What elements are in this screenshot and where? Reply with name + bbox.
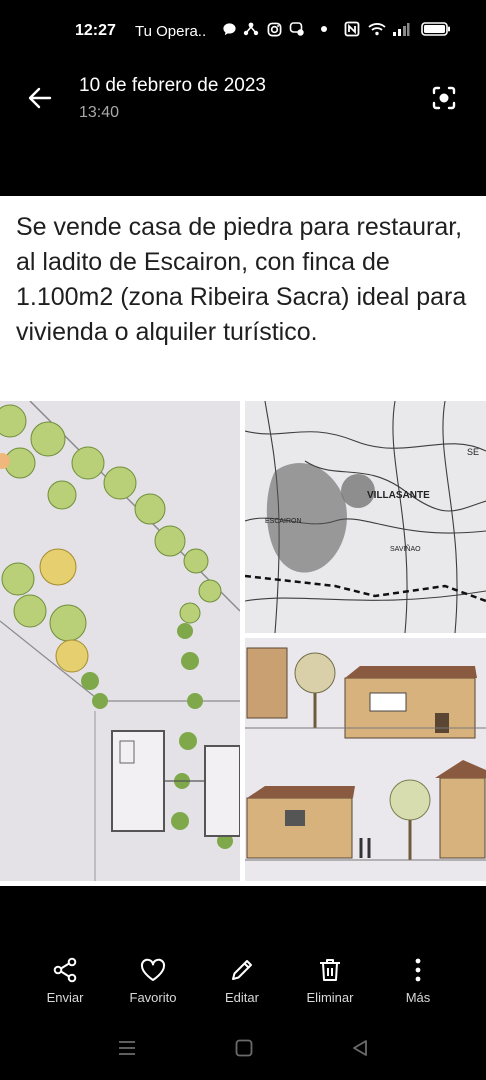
trash-icon [320, 959, 340, 981]
photo-date: 10 de febrero de 2023 [79, 75, 266, 96]
photo-content[interactable]: Se vende casa de piedra para restaurar, … [0, 196, 486, 886]
arrow-left-icon [28, 87, 52, 109]
site-plan-photo[interactable] [0, 401, 240, 881]
dot-icon [315, 20, 333, 38]
delete-label: Eliminar [306, 990, 354, 1005]
nfc-icon [343, 20, 361, 38]
post-text: Se vende casa de piedra para restaurar, … [16, 213, 467, 346]
delete-button[interactable]: Eliminar [285, 956, 375, 1005]
location-map-photo[interactable]: VILLASANTE ESCAIRON SAVIÑAO SE [245, 401, 486, 633]
share-label: Enviar [46, 990, 84, 1005]
more-button[interactable]: Más [373, 956, 463, 1005]
favorite-label: Favorito [129, 990, 177, 1005]
lens-scan-icon [432, 86, 456, 110]
share-icon [53, 957, 77, 983]
chat-bubble-icon [220, 20, 238, 38]
edit-button[interactable]: Editar [197, 956, 287, 1005]
more-vertical-icon [415, 958, 421, 982]
map-label-corner: SE [467, 447, 479, 457]
favorite-button[interactable]: Favorito [108, 956, 198, 1005]
share-button[interactable]: Enviar [20, 956, 110, 1005]
edit-label: Editar [225, 990, 259, 1005]
status-carrier: Tu Opera.. [135, 23, 207, 40]
battery-icon [420, 20, 452, 38]
triangle-back-icon [353, 1040, 367, 1056]
square-icon [235, 1039, 253, 1057]
back-button[interactable] [22, 80, 62, 116]
messenger-icon [288, 20, 306, 38]
home-button[interactable] [234, 1038, 254, 1063]
recent-apps-button[interactable] [117, 1038, 137, 1063]
photo-time: 13:40 [79, 104, 120, 121]
map-label-town: ESCAIRON [265, 518, 302, 525]
network-nodes-icon [242, 20, 260, 38]
status-bar: 12:27 Tu Opera.. [0, 0, 486, 62]
map-label-village: VILLASANTE [367, 490, 430, 501]
more-label: Más [405, 990, 431, 1005]
elevation-drawing-photo[interactable] [245, 638, 486, 881]
map-label-town2: SAVIÑAO [390, 544, 421, 553]
heart-icon [140, 958, 166, 981]
pencil-icon [232, 960, 252, 980]
signal-icon [392, 20, 410, 38]
back-nav-button[interactable] [350, 1038, 370, 1063]
wifi-icon [368, 20, 386, 38]
menu-lines-icon [119, 1041, 135, 1055]
instagram-icon [265, 20, 283, 38]
lens-button[interactable] [424, 78, 464, 118]
status-time: 12:27 [75, 22, 116, 39]
